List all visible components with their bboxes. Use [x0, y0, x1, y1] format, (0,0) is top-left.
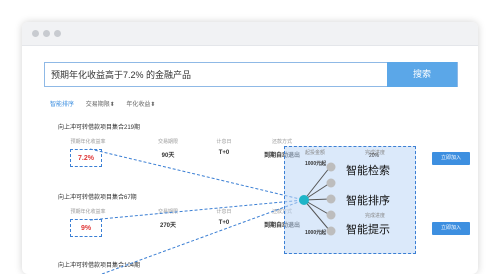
leaf-node-icon [326, 178, 336, 188]
feature-smart-sort: 智能排序 [346, 195, 390, 207]
leaf-node-icon [326, 194, 336, 204]
feature-smart-hint: 智能提示 [346, 224, 390, 236]
leaf-node-icon [326, 210, 336, 220]
leaf-node-icon [326, 226, 336, 236]
leaf-node-icon [326, 162, 336, 172]
hub-node-icon [299, 195, 309, 205]
feature-smart-search: 智能检索 [346, 165, 390, 177]
feature-tree [299, 162, 336, 236]
